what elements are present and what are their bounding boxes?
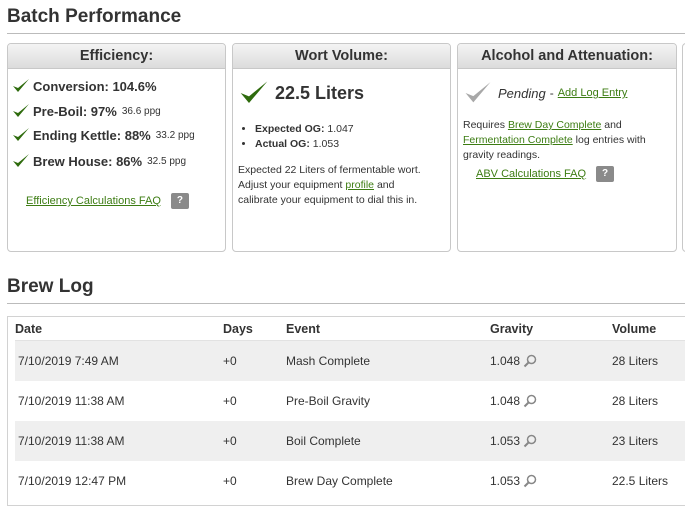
- expected-og: Expected OG: 1.047: [255, 122, 354, 137]
- equipment-profile-link[interactable]: profile: [345, 179, 374, 191]
- cell-gravity: 1.048: [490, 381, 612, 421]
- brew-log-header-row: Date Days Event Gravity Volume: [15, 318, 685, 341]
- column-header-date[interactable]: Date: [15, 318, 223, 341]
- wort-volume-header: Wort Volume:: [233, 44, 450, 69]
- brew-log-divider: [7, 303, 685, 304]
- brew-day-complete-link[interactable]: Brew Day Complete: [508, 119, 601, 131]
- brew-log-table: Date Days Event Gravity Volume 7/10/2019…: [15, 318, 685, 501]
- cell-event: Pre-Boil Gravity: [286, 394, 371, 408]
- cell-days: +0: [223, 394, 237, 408]
- cell-days: +0: [223, 474, 237, 488]
- column-header-days[interactable]: Days: [223, 318, 286, 341]
- efficiency-header: Efficiency:: [8, 44, 225, 69]
- wort-volume-value-row: 22.5 Liters: [239, 78, 364, 108]
- brew-log-title: Brew Log: [7, 276, 94, 297]
- add-log-entry-link[interactable]: Add Log Entry: [558, 87, 628, 99]
- checkmark-icon: [13, 104, 29, 117]
- cell-volume: 28 Liters: [612, 340, 685, 381]
- help-icon[interactable]: ?: [596, 166, 615, 182]
- magnifier-icon[interactable]: [523, 474, 537, 488]
- alcohol-requirements: Requires Brew Day Complete and Fermentat…: [463, 119, 646, 161]
- cell-gravity: 1.048: [490, 340, 612, 381]
- column-header-gravity[interactable]: Gravity: [490, 318, 612, 341]
- efficiency-faq-link[interactable]: Efficiency Calculations FAQ: [26, 195, 161, 207]
- cell-days: +0: [223, 340, 286, 381]
- cell-date: 7/10/2019 11:38 AM: [18, 394, 125, 408]
- column-header-event[interactable]: Event: [286, 318, 490, 341]
- cell-event: Boil Complete: [286, 421, 490, 461]
- cell-event: Brew Day Complete: [286, 474, 393, 488]
- checkmark-icon: [240, 81, 268, 103]
- efficiency-panel: Efficiency: Conversion: 104.6% Pre-Boil:…: [7, 43, 226, 252]
- column-header-volume[interactable]: Volume: [612, 318, 685, 341]
- efficiency-ending-kettle: Ending Kettle: 88% 33.2 ppg: [12, 126, 195, 144]
- table-row[interactable]: 7/10/2019 11:38 AM +0 Pre-Boil Gravity 1…: [15, 381, 685, 421]
- checkmark-icon: [13, 154, 29, 167]
- efficiency-brew-house: Brew House: 86% 32.5 ppg: [12, 152, 186, 170]
- og-list: Expected OG: 1.047 Actual OG: 1.053: [241, 122, 354, 152]
- help-icon[interactable]: ?: [170, 193, 189, 209]
- alcohol-attenuation-header: Alcohol and Attenuation:: [458, 44, 676, 69]
- cell-gravity: 1.053: [490, 421, 612, 461]
- batch-performance-title: Batch Performance: [7, 6, 182, 27]
- abv-faq-link[interactable]: ABV Calculations FAQ: [476, 168, 586, 180]
- pending-check-icon: [465, 82, 491, 103]
- title-divider: [7, 33, 685, 34]
- fermentation-complete-link[interactable]: Fermentation Complete: [463, 134, 573, 146]
- table-row[interactable]: 7/10/2019 12:47 PM +0 Brew Day Complete …: [15, 461, 685, 501]
- cell-gravity: 1.053: [490, 461, 612, 501]
- cell-volume: 28 Liters: [612, 394, 659, 408]
- efficiency-conversion: Conversion: 104.6%: [12, 77, 157, 95]
- cell-date: 7/10/2019 11:38 AM: [15, 421, 223, 461]
- table-row[interactable]: 7/10/2019 11:38 AM +0 Boil Complete 1.05…: [15, 421, 685, 461]
- actual-og: Actual OG: 1.053: [255, 137, 354, 152]
- alcohol-attenuation-panel: Alcohol and Attenuation: Pending - Add L…: [457, 43, 677, 252]
- checkmark-icon: [13, 128, 29, 141]
- cell-date: 7/10/2019 12:47 PM: [18, 474, 127, 488]
- alcohol-status: Pending: [498, 85, 546, 101]
- cell-days: +0: [223, 421, 286, 461]
- efficiency-preboil: Pre-Boil: 97% 36.6 ppg: [12, 102, 161, 120]
- cell-event: Mash Complete: [286, 340, 490, 381]
- wort-volume-note: Expected 22 Liters of fermentable wort. …: [238, 164, 421, 206]
- magnifier-icon[interactable]: [523, 394, 537, 408]
- efficiency-faq: Efficiency Calculations FAQ ?: [26, 193, 189, 209]
- alcohol-status-row: Pending - Add Log Entry: [464, 79, 627, 107]
- wort-volume-value: 22.5 Liters: [275, 82, 365, 103]
- wort-volume-panel: Wort Volume: 22.5 Liters Expected OG: 1.…: [232, 43, 451, 252]
- abv-faq: ABV Calculations FAQ ?: [476, 166, 615, 182]
- cell-volume: 22.5 Liters: [612, 474, 669, 488]
- table-row[interactable]: 7/10/2019 7:49 AM +0 Mash Complete 1.048…: [15, 340, 685, 381]
- magnifier-icon[interactable]: [523, 434, 537, 448]
- cell-volume: 23 Liters: [612, 421, 685, 461]
- cell-date: 7/10/2019 7:49 AM: [15, 340, 223, 381]
- checkmark-icon: [13, 79, 29, 92]
- magnifier-icon[interactable]: [523, 354, 537, 368]
